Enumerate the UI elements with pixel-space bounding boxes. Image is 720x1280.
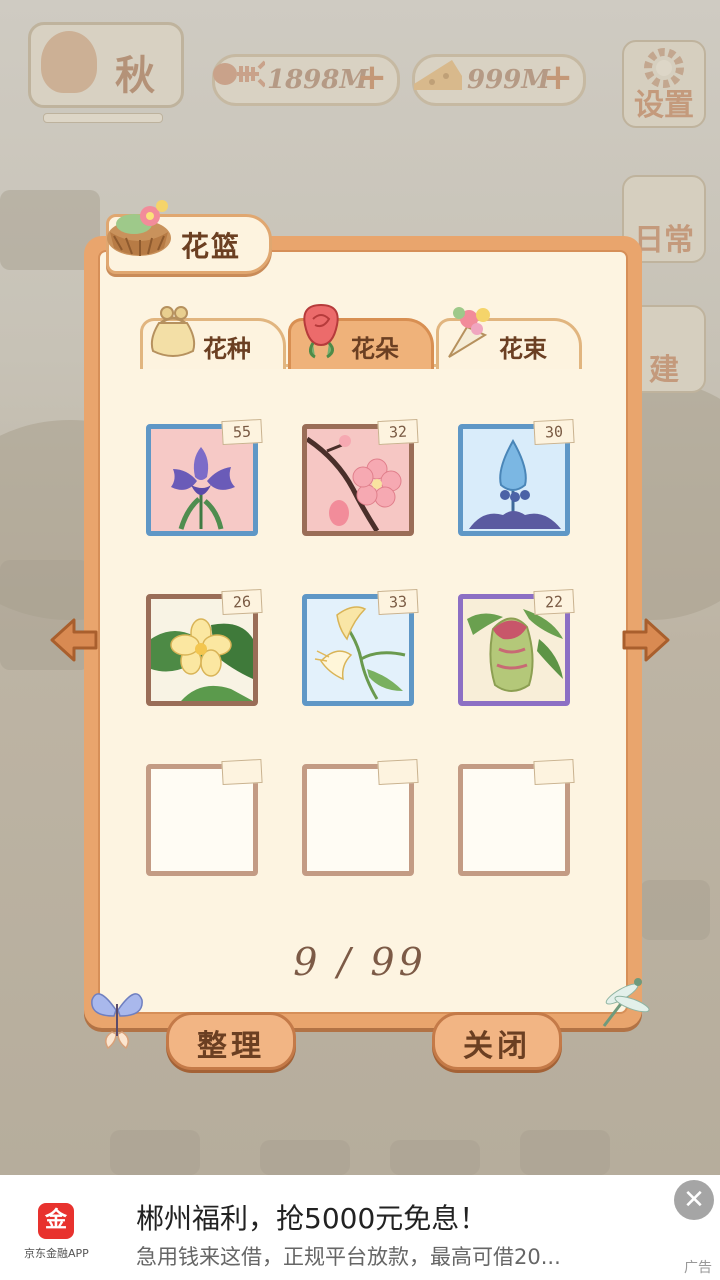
slot-empty[interactable] — [302, 758, 419, 876]
slot-count: 22 — [533, 588, 575, 616]
slot-count: 26 — [221, 588, 263, 616]
sort-button-label: 整理 — [197, 1029, 265, 1064]
butterfly-icon — [91, 993, 143, 1050]
slot-count — [221, 758, 263, 786]
seed-bag-icon — [150, 306, 196, 357]
tab-flowers[interactable]: 花朵 — [288, 303, 434, 369]
tab-flowers-label: 花朵 — [351, 335, 399, 363]
season-label: 秋 — [115, 52, 155, 99]
slot-blue-bud[interactable]: 30 — [458, 418, 575, 536]
dragonfly-icon — [602, 978, 650, 1027]
slot-count — [533, 758, 575, 786]
capacity-counter: 9 / 99 — [293, 940, 427, 984]
ad-subtitle: 急用钱来这借，正规平台放款，最高可借20... — [136, 1245, 561, 1269]
next-page-arrow-icon[interactable] — [618, 612, 674, 668]
slot-empty[interactable] — [146, 758, 263, 876]
jd-finance-logo-icon: 金 — [38, 1203, 74, 1239]
flower-basket-icon — [107, 200, 171, 256]
tab-bouquets-label: 花束 — [499, 335, 547, 363]
settings-button[interactable]: 设置 — [622, 40, 706, 128]
rose-icon — [303, 303, 339, 359]
slot-purple-iris[interactable]: 55 — [146, 418, 263, 536]
tab-bouquets[interactable]: 花束 — [436, 307, 582, 369]
ad-tag: 广告 — [684, 1260, 712, 1276]
tab-seeds-label: 花种 — [203, 335, 251, 363]
season-indicator[interactable]: 秋 — [28, 22, 184, 123]
slot-count: 33 — [377, 588, 419, 616]
tree-icon — [41, 31, 97, 93]
fish-bone-icon — [207, 43, 269, 105]
slot-count: 55 — [221, 418, 263, 446]
slot-honeysuckle[interactable]: 33 — [302, 588, 419, 706]
slot-plumeria[interactable]: 26 — [146, 588, 263, 706]
tab-seeds[interactable]: 花种 — [140, 306, 286, 369]
slot-pitcher-plant[interactable]: 22 — [458, 588, 575, 706]
slot-count — [377, 758, 419, 786]
close-button-label: 关闭 — [463, 1029, 531, 1064]
ad-banner[interactable]: 金 京东金融APP 郴州福利，抢5000元免息！ 急用钱来这借，正规平台放款，最… — [0, 1175, 720, 1280]
cheese-icon — [407, 43, 469, 105]
slot-empty[interactable] — [458, 758, 575, 876]
fish-amount: 1898M — [267, 65, 369, 95]
ad-app-name: 京东金融APP — [24, 1247, 89, 1260]
cheese-currency: 999M + — [412, 54, 586, 106]
season-progress-bar — [43, 113, 163, 123]
cheese-amount: 999M — [467, 65, 551, 95]
sort-button[interactable]: 整理 — [166, 1012, 296, 1070]
bouquet-icon — [448, 307, 490, 358]
slot-cherry-blossom[interactable]: 32 — [302, 418, 419, 536]
slot-count: 32 — [377, 418, 419, 446]
close-button[interactable]: 关闭 — [432, 1012, 562, 1070]
add-fish-button[interactable]: + — [355, 60, 389, 96]
slot-count: 30 — [533, 418, 575, 446]
fish-currency: 1898M + — [212, 54, 400, 106]
close-icon[interactable]: ✕ — [674, 1180, 714, 1220]
ad-title: 郴州福利，抢5000元免息！ — [136, 1202, 488, 1235]
add-cheese-button[interactable]: + — [541, 60, 575, 96]
prev-page-arrow-icon[interactable] — [46, 612, 102, 668]
settings-label: 设置 — [634, 88, 694, 123]
panel-title: 花篮 — [181, 230, 242, 263]
